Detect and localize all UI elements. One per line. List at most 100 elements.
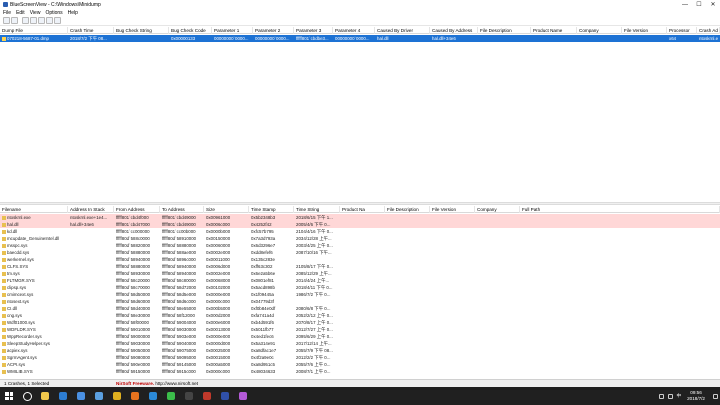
find-icon[interactable] (46, 17, 53, 24)
start-button[interactable] (0, 387, 18, 405)
paint-taskbar-button[interactable] (234, 387, 252, 405)
edge-taskbar-button[interactable] (54, 387, 72, 405)
driver-row[interactable]: cng.sys fffff80d`58e30000 fffff80d`58f1200… (0, 312, 720, 319)
save-icon[interactable] (3, 17, 10, 24)
crash-cell: x64 (667, 35, 697, 42)
driver-column-header[interactable]: Time Stamp (249, 206, 294, 213)
driver-list[interactable]: Filename Address In Stack From Address To A… (0, 206, 720, 379)
crash-row[interactable]: 070218-5687-01.dmp 2018/7/2 下午 08... 0x000… (0, 35, 720, 42)
crash-column-header[interactable]: Company (577, 27, 622, 34)
crash-column-header[interactable]: File Version (622, 27, 667, 34)
close-button[interactable]: ✕ (706, 0, 720, 9)
bluescreenview-taskbar-button[interactable] (216, 387, 234, 405)
minimize-button[interactable]: — (678, 0, 692, 9)
driver-row[interactable]: tm.sys fffff80d`58930000 fffff80d`58940000… (0, 270, 720, 277)
driver-cell-text: fffff80d`58d60000 (116, 299, 151, 304)
crash-column-header[interactable]: Crash Time (68, 27, 114, 34)
driver-cell: 0x4ed1fec6 (249, 333, 294, 340)
menu-help[interactable]: Help (68, 10, 78, 16)
vscode-taskbar-button[interactable] (144, 387, 162, 405)
chrome-taskbar-button[interactable] (108, 387, 126, 405)
crash-column-header[interactable]: Processor (667, 27, 697, 34)
clock[interactable]: 09:56 2018/7/2 (687, 390, 705, 402)
driver-row[interactable]: FLTMGR.SYS fffff80d`58c20000 fffff80d`58c8… (0, 277, 720, 284)
driver-row[interactable]: baecdd.sys fffff80d`58880000 fffff80d`588a… (0, 249, 720, 256)
driver-row[interactable]: WMILIB.SYS fffff80d`59150000 fffff80d`5915… (0, 368, 720, 375)
driver-row[interactable]: ntoskrnl.exe ntoskrnl.exe+1e4... fffff801`… (0, 214, 720, 221)
driver-column-header[interactable]: Address In Stack (68, 206, 114, 213)
driver-row[interactable]: CI.dll fffff80d`58d40000 fffff80d`58e55000… (0, 305, 720, 312)
driver-column-header[interactable]: Company (475, 206, 520, 213)
exit-icon[interactable] (54, 17, 61, 24)
maximize-button[interactable]: ☐ (692, 0, 706, 9)
driver-cell (68, 354, 114, 361)
driver-column-header[interactable]: To Address (160, 206, 204, 213)
driver-row[interactable]: mcupdate_GenuineIntel.dll fffff80d`588c00… (0, 235, 720, 242)
refresh-icon[interactable] (30, 17, 37, 24)
driver-row[interactable]: WppRecorder.sys fffff80d`59000000 fffff80d… (0, 333, 720, 340)
driver-row[interactable]: cmimcext.sys fffff80d`58d50000 fffff80d`58… (0, 291, 720, 298)
credit-url[interactable]: http://www.nirsoft.net (155, 381, 198, 386)
driver-column-header[interactable]: Filename (0, 206, 68, 213)
driver-row[interactable]: ACPI.sys fffff80d`590e0000 fffff80d`591450… (0, 361, 720, 368)
menu-view[interactable]: View (30, 10, 41, 16)
pdf-taskbar-button[interactable] (198, 387, 216, 405)
mail-taskbar-button[interactable] (72, 387, 90, 405)
driver-row[interactable]: werkernel.sys fffff80d`58940000 fffff80d`5… (0, 256, 720, 263)
driver-column-header[interactable]: File Version (430, 206, 475, 213)
crash-column-header[interactable]: Dump File (0, 27, 68, 34)
crash-column-header[interactable]: Parameter 1 (212, 27, 253, 34)
driver-row[interactable]: ntosext.sys fffff80d`58d60000 fffff80d`58d… (0, 298, 720, 305)
driver-cell-text: 0x0000c000 (206, 369, 230, 374)
crash-column-header[interactable]: Bug Check String (114, 27, 169, 34)
driver-column-header[interactable]: Product Na (340, 206, 385, 213)
properties-icon[interactable] (11, 17, 18, 24)
crash-column-header[interactable]: Caused By Address (430, 27, 478, 34)
crash-column-header[interactable]: Parameter 3 (294, 27, 333, 34)
driver-cell (68, 242, 114, 249)
network-icon[interactable] (658, 393, 664, 399)
volume-icon[interactable] (667, 393, 673, 399)
file-explorer-taskbar-button[interactable] (36, 387, 54, 405)
notifications-icon[interactable] (713, 393, 718, 399)
crash-column-header[interactable]: File Description (478, 27, 531, 34)
driver-row[interactable]: clipsp.sys fffff80d`58c70000 fffff80d`58d7… (0, 284, 720, 291)
crash-column-header[interactable]: Bug Check Code (169, 27, 212, 34)
crash-column-header[interactable]: Product Name (531, 27, 577, 34)
menu-edit[interactable]: Edit (16, 10, 25, 16)
ime-indicator[interactable]: 中 (677, 393, 682, 399)
firefox-taskbar-button[interactable] (126, 387, 144, 405)
driver-row[interactable]: WDFLDR.SYS fffff80d`59010000 fffff80d`5903… (0, 326, 720, 333)
nirsoft-credit[interactable]: NirSoft Freeware. http://www.nirsoft.net (116, 380, 198, 387)
driver-column-header[interactable]: File Description (385, 206, 430, 213)
store-taskbar-button[interactable] (90, 387, 108, 405)
driver-row[interactable]: kd.dll fffff801`cc000000 fffff801`cc00b000… (0, 228, 720, 235)
driver-row[interactable]: hal.dll hal.dll+34e6 fffff801`cbd47000 ffff… (0, 221, 720, 228)
driver-column-header[interactable]: Time String (294, 206, 340, 213)
crash-column-header[interactable]: Parameter 4 (333, 27, 375, 34)
html-report-icon[interactable] (38, 17, 45, 24)
driver-column-header[interactable]: Full Path (520, 206, 720, 213)
driver-file-icon (2, 229, 6, 234)
crash-list[interactable]: Dump File Crash Time Bug Check String Bug C… (0, 27, 720, 202)
crash-column-header[interactable]: Caused By Driver (375, 27, 430, 34)
search-button[interactable] (18, 387, 36, 405)
driver-cell-text: 2012/2/2 下午 0... (296, 355, 331, 360)
crash-column-header[interactable]: Crash Ad (697, 27, 720, 34)
pane-splitter[interactable] (0, 202, 720, 205)
driver-cell: clipsp.sys (0, 284, 68, 291)
line-taskbar-button[interactable] (162, 387, 180, 405)
driver-row[interactable]: Wdf01000.sys fffff80d`58f00000 fffff80d`59… (0, 319, 720, 326)
driver-row[interactable]: acpiex.sys fffff80d`59050000 fffff80d`5907… (0, 347, 720, 354)
driver-column-header[interactable]: Size (204, 206, 249, 213)
menu-file[interactable]: File (3, 10, 11, 16)
driver-row[interactable]: SgrmAgent.sys fffff80d`59080000 fffff80d`5… (0, 354, 720, 361)
driver-column-header[interactable]: From Address (114, 206, 160, 213)
driver-row[interactable]: CLFS.SYS fffff80d`58880000 fffff80d`589400… (0, 263, 720, 270)
crash-column-header[interactable]: Parameter 2 (253, 27, 294, 34)
driver-row[interactable]: SleepStudyHelper.sys fffff80d`59030000 fff… (0, 340, 720, 347)
copy-icon[interactable] (22, 17, 29, 24)
terminal-taskbar-button[interactable] (180, 387, 198, 405)
menu-options[interactable]: Options (45, 10, 62, 16)
driver-row[interactable]: msspc.sys fffff80d`58820000 fffff80d`58880… (0, 242, 720, 249)
